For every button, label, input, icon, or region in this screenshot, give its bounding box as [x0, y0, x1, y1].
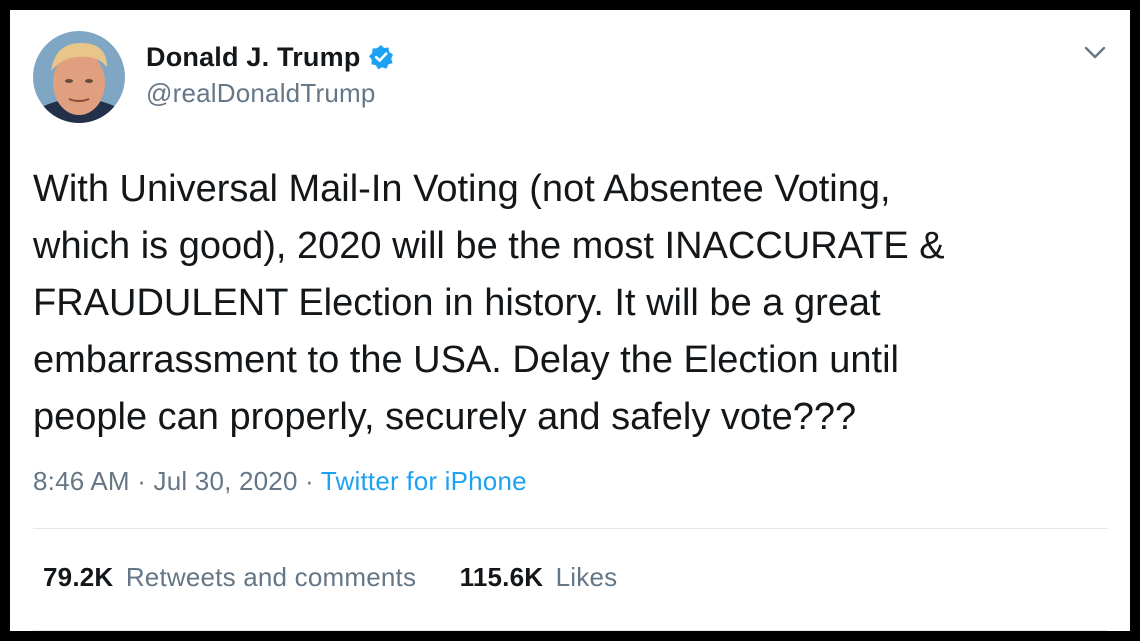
likes-stat[interactable]: 115.6K Likes — [460, 562, 618, 593]
display-name[interactable]: Donald J. Trump — [146, 42, 361, 73]
tweet-meta: 8:46 AM · Jul 30, 2020 · Twitter for iPh… — [33, 466, 527, 497]
tweet-text: With Universal Mail-In Voting (not Absen… — [33, 168, 945, 438]
tweet-date[interactable]: Jul 30, 2020 — [154, 466, 298, 496]
divider — [33, 528, 1108, 529]
meta-separator: · — [137, 466, 147, 496]
author-row[interactable]: Donald J. Trump — [146, 39, 394, 75]
tweet-time[interactable]: 8:46 AM — [33, 466, 130, 496]
avatar[interactable] — [33, 31, 125, 123]
meta-separator: · — [305, 466, 314, 496]
tweet-stats: 79.2K Retweets and comments 115.6K Likes — [43, 562, 617, 593]
retweets-stat[interactable]: 79.2K Retweets and comments — [43, 562, 416, 593]
retweets-count: 79.2K — [43, 562, 114, 592]
divider — [33, 630, 1108, 631]
likes-count: 115.6K — [459, 562, 544, 592]
tweet-source-link[interactable]: Twitter for iPhone — [321, 466, 527, 496]
verified-badge-icon — [368, 44, 394, 70]
likes-label: Likes — [555, 562, 618, 592]
retweets-label: Retweets and comments — [125, 562, 417, 592]
chevron-down-icon[interactable] — [1080, 40, 1110, 64]
profile-photo-icon — [33, 31, 125, 123]
handle[interactable]: @realDonaldTrump — [146, 78, 376, 109]
tweet-card: Donald J. Trump @realDonaldTrump With Un… — [10, 10, 1130, 631]
